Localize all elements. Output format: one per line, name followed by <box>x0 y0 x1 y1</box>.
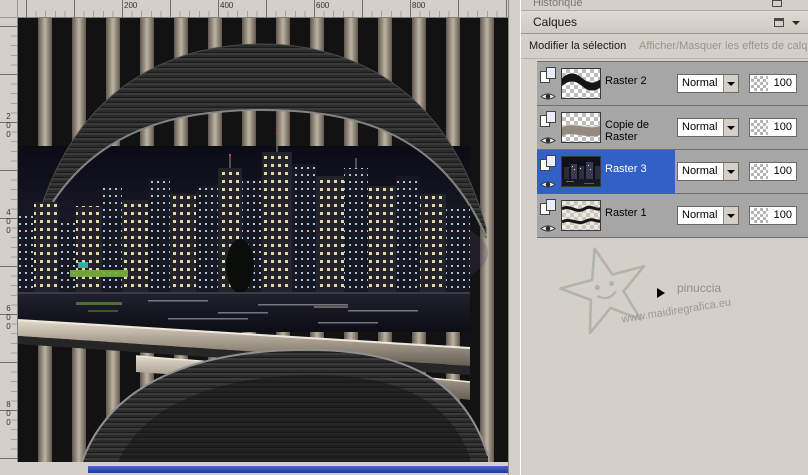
canvas-artwork <box>18 18 508 462</box>
opacity-checker-icon <box>751 76 768 91</box>
layer-thumbnail <box>561 200 601 231</box>
blend-mode-select[interactable]: Normal <box>677 206 739 225</box>
layer-select-area[interactable]: Copie de Raster <box>537 106 675 150</box>
layer-row-raster-1[interactable]: Raster 1 Normal 100 <box>537 194 808 238</box>
ruler-corner <box>0 0 18 18</box>
raster-layer-icon <box>540 111 558 128</box>
layer-thumbnail <box>561 112 601 143</box>
layer-select-area[interactable]: Raster 3 <box>537 150 675 194</box>
layer-thumbnail <box>561 156 601 187</box>
combo-arrow-icon[interactable] <box>723 163 738 180</box>
layer-row-raster-2[interactable]: Raster 2 Normal 100 <box>537 62 808 106</box>
horizontal-ruler: 200 400 600 800 <box>18 0 508 18</box>
watermark: pinuccia www.maidiregrafica.eu <box>551 243 801 373</box>
ruler-label: 800 <box>412 1 426 10</box>
history-panel-header[interactable]: Historique <box>521 0 808 11</box>
raster-layer-icon <box>540 67 558 84</box>
opacity-field[interactable]: 100 <box>749 118 797 137</box>
opacity-checker-icon <box>751 208 768 223</box>
layer-select-area[interactable]: Raster 1 <box>537 194 675 238</box>
ruler-label: 200 <box>4 112 13 139</box>
blend-mode-select[interactable]: Normal <box>677 118 739 137</box>
layer-thumbnail <box>561 68 601 99</box>
opacity-field[interactable]: 100 <box>749 74 797 93</box>
combo-arrow-icon[interactable] <box>723 119 738 136</box>
vertical-ruler: 200 400 600 800 <box>0 18 18 462</box>
visibility-eye-icon[interactable] <box>540 221 556 233</box>
layer-name: Raster 2 <box>605 75 647 87</box>
history-title: Historique <box>533 0 583 9</box>
ruler-label: 400 <box>4 208 13 235</box>
combo-arrow-icon[interactable] <box>723 75 738 92</box>
cursor-arrow <box>657 288 665 298</box>
opacity-field[interactable]: 100 <box>749 206 797 225</box>
raster-layer-icon <box>540 155 558 172</box>
blend-mode-select[interactable]: Normal <box>677 162 739 181</box>
layers-toolbar: Modifier la sélection Afficher/Masquer l… <box>521 34 808 59</box>
layer-name: Copie de Raster <box>605 119 650 143</box>
visibility-eye-icon[interactable] <box>540 177 556 189</box>
layer-row-copie-de-raster[interactable]: Copie de Raster Normal 100 <box>537 106 808 150</box>
image-canvas[interactable] <box>18 18 508 462</box>
layers-palette: Historique Calques Modifier la sélection… <box>520 0 808 475</box>
layers-panel-title: Calques <box>533 15 578 29</box>
window-edge-bar <box>88 466 526 473</box>
layer-select-area[interactable]: Raster 2 <box>537 62 675 106</box>
ruler-label: 800 <box>4 400 13 427</box>
layers-panel-header[interactable]: Calques <box>521 11 808 34</box>
ruler-label: 600 <box>316 1 330 10</box>
toggle-layer-effects-button[interactable]: Afficher/Masquer les effets de calq <box>639 40 807 52</box>
combo-arrow-icon[interactable] <box>723 207 738 224</box>
raster-layer-icon <box>540 199 558 216</box>
opacity-checker-icon <box>751 164 768 179</box>
ruler-label: 200 <box>124 1 138 10</box>
modify-selection-button[interactable]: Modifier la sélection <box>529 40 626 52</box>
watermark-site: www.maidiregrafica.eu <box>620 296 732 326</box>
visibility-eye-icon[interactable] <box>540 133 556 145</box>
star-watermark-icon <box>548 232 666 353</box>
float-panel-icon[interactable] <box>774 18 784 27</box>
visibility-eye-icon[interactable] <box>540 89 556 101</box>
layer-name: Raster 1 <box>605 207 647 219</box>
bottom-strip <box>18 462 526 475</box>
opacity-checker-icon <box>751 120 768 135</box>
layer-row-raster-3[interactable]: Raster 3 Normal 100 <box>537 150 808 194</box>
ruler-label: 600 <box>4 304 13 331</box>
blend-mode-select[interactable]: Normal <box>677 74 739 93</box>
watermark-name: pinuccia <box>677 281 722 295</box>
panel-menu-arrow-icon[interactable] <box>792 21 800 25</box>
opacity-field[interactable]: 100 <box>749 162 797 181</box>
float-panel-icon[interactable] <box>772 0 782 7</box>
layers-list: Raster 2 Normal 100 Copie de Raster Norm… <box>537 61 808 238</box>
panel-splitter[interactable] <box>508 0 520 475</box>
layer-name: Raster 3 <box>605 163 647 175</box>
ruler-label: 400 <box>220 1 234 10</box>
